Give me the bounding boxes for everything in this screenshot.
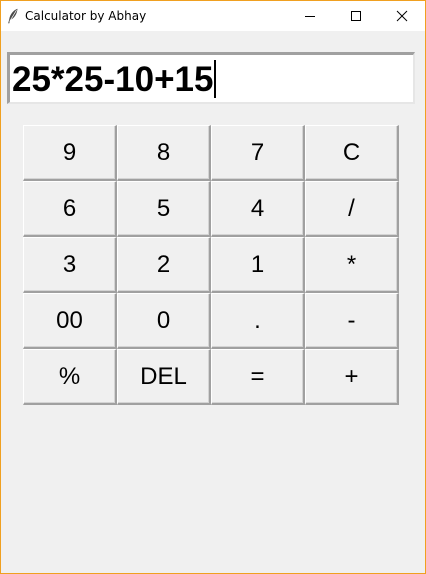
feather-icon	[7, 8, 19, 24]
title-bar: Calculator by Abhay	[1, 1, 425, 31]
key-4[interactable]: 4	[211, 181, 305, 237]
calculator-window: Calculator by Abhay 25*25-10+15 9 8 7 C …	[0, 0, 426, 574]
clear-button[interactable]: C	[305, 125, 399, 181]
key-0[interactable]: 0	[117, 293, 211, 349]
key-5[interactable]: 5	[117, 181, 211, 237]
multiply-button[interactable]: *	[305, 237, 399, 293]
key-7[interactable]: 7	[211, 125, 305, 181]
equals-button[interactable]: =	[211, 349, 305, 405]
maximize-icon	[351, 11, 361, 21]
percent-button[interactable]: %	[23, 349, 117, 405]
key-6[interactable]: 6	[23, 181, 117, 237]
expression-text: 25*25-10+15	[12, 60, 217, 100]
text-cursor	[214, 60, 217, 98]
expression-value: 25*25-10+15	[12, 60, 214, 99]
add-button[interactable]: +	[305, 349, 399, 405]
minimize-icon	[305, 16, 315, 17]
close-icon	[396, 10, 408, 22]
expression-input[interactable]: 25*25-10+15	[7, 52, 415, 104]
maximize-button[interactable]	[333, 1, 379, 31]
subtract-button[interactable]: -	[305, 293, 399, 349]
key-00[interactable]: 00	[23, 293, 117, 349]
delete-button[interactable]: DEL	[117, 349, 211, 405]
divide-button[interactable]: /	[305, 181, 399, 237]
minimize-button[interactable]	[287, 1, 333, 31]
decimal-button[interactable]: .	[211, 293, 305, 349]
window-title: Calculator by Abhay	[25, 9, 147, 23]
key-2[interactable]: 2	[117, 237, 211, 293]
key-9[interactable]: 9	[23, 125, 117, 181]
key-8[interactable]: 8	[117, 125, 211, 181]
close-button[interactable]	[379, 1, 425, 31]
key-1[interactable]: 1	[211, 237, 305, 293]
keypad: 9 8 7 C 6 5 4 / 3 2 1 * 00 0 . - % DEL =…	[23, 125, 399, 405]
key-3[interactable]: 3	[23, 237, 117, 293]
